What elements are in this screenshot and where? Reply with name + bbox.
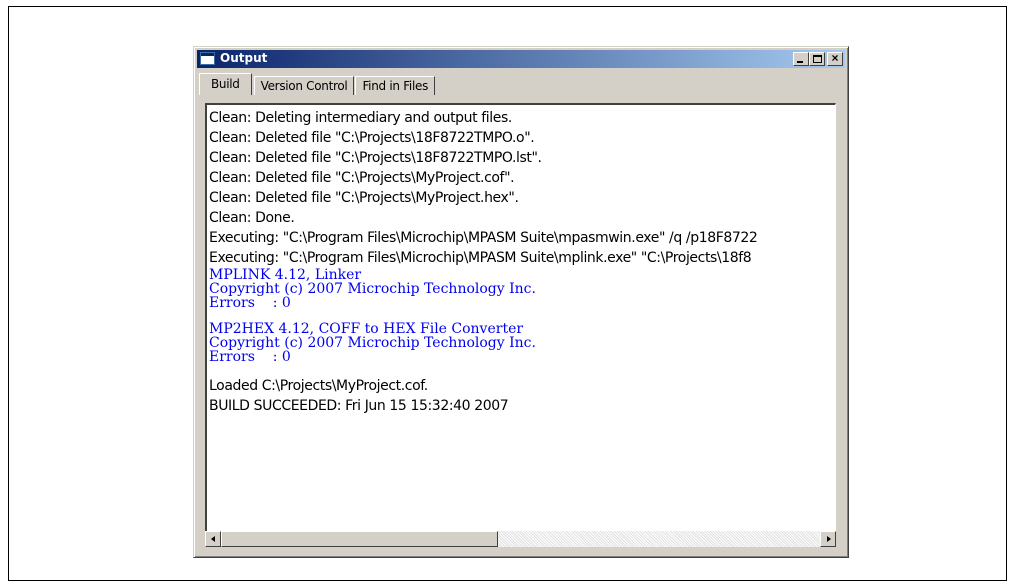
- tab-strip: Build Version Control Find in Files: [199, 73, 436, 95]
- linker-output-line: Errors : 0: [209, 295, 291, 311]
- horizontal-scrollbar[interactable]: [205, 531, 836, 547]
- output-text-area[interactable]: Clean: Deleting intermediary and output …: [205, 103, 836, 544]
- tab-build[interactable]: Build: [199, 73, 252, 95]
- output-line: Clean: Deleting intermediary and output …: [209, 110, 512, 126]
- maximize-icon: [813, 55, 822, 63]
- output-lines: Clean: Deleting intermediary and output …: [209, 108, 835, 416]
- output-line: Executing: "C:\Program Files\Microchip\M…: [209, 250, 752, 266]
- tab-version-control[interactable]: Version Control: [253, 76, 355, 95]
- converter-output-line: Copyright (c) 2007 Microchip Technology …: [209, 335, 536, 351]
- output-line: Clean: Done.: [209, 210, 295, 226]
- scrollbar-thumb[interactable]: [221, 531, 498, 547]
- scroll-left-button[interactable]: [205, 531, 221, 547]
- output-line: Clean: Deleted file "C:\Projects\18F8722…: [209, 130, 535, 146]
- close-icon: ×: [831, 51, 839, 65]
- window-title: Output: [220, 51, 268, 65]
- minimize-button[interactable]: [793, 52, 809, 66]
- title-bar[interactable]: Output ×: [197, 50, 845, 68]
- linker-output-line: Copyright (c) 2007 Microchip Technology …: [209, 281, 536, 297]
- scroll-right-button[interactable]: [820, 531, 836, 547]
- output-window: Output × Build Version Control Find in F…: [193, 46, 849, 558]
- output-line: Loaded C:\Projects\MyProject.cof.: [209, 378, 428, 394]
- close-button[interactable]: ×: [827, 51, 843, 66]
- title-bar-buttons: ×: [793, 51, 843, 66]
- linker-output-line: MPLINK 4.12, Linker: [209, 267, 362, 283]
- converter-output-line: Errors : 0: [209, 349, 291, 365]
- minimize-icon: [797, 61, 803, 63]
- output-line: Clean: Deleted file "C:\Projects\18F8722…: [209, 150, 542, 166]
- window-icon: [200, 52, 215, 65]
- converter-output-line: MP2HEX 4.12, COFF to HEX File Converter: [209, 321, 524, 337]
- figure-frame: Output × Build Version Control Find in F…: [8, 6, 1007, 581]
- output-line: Clean: Deleted file "C:\Projects\MyProje…: [209, 190, 519, 206]
- arrow-left-icon: [211, 536, 215, 542]
- arrow-right-icon: [827, 536, 831, 542]
- maximize-button[interactable]: [809, 52, 825, 66]
- tab-find-in-files[interactable]: Find in Files: [355, 76, 436, 95]
- output-line: Executing: "C:\Program Files\Microchip\M…: [209, 230, 758, 246]
- build-status-line: BUILD SUCCEEDED: Fri Jun 15 15:32:40 200…: [209, 398, 509, 414]
- output-line: Clean: Deleted file "C:\Projects\MyProje…: [209, 170, 515, 186]
